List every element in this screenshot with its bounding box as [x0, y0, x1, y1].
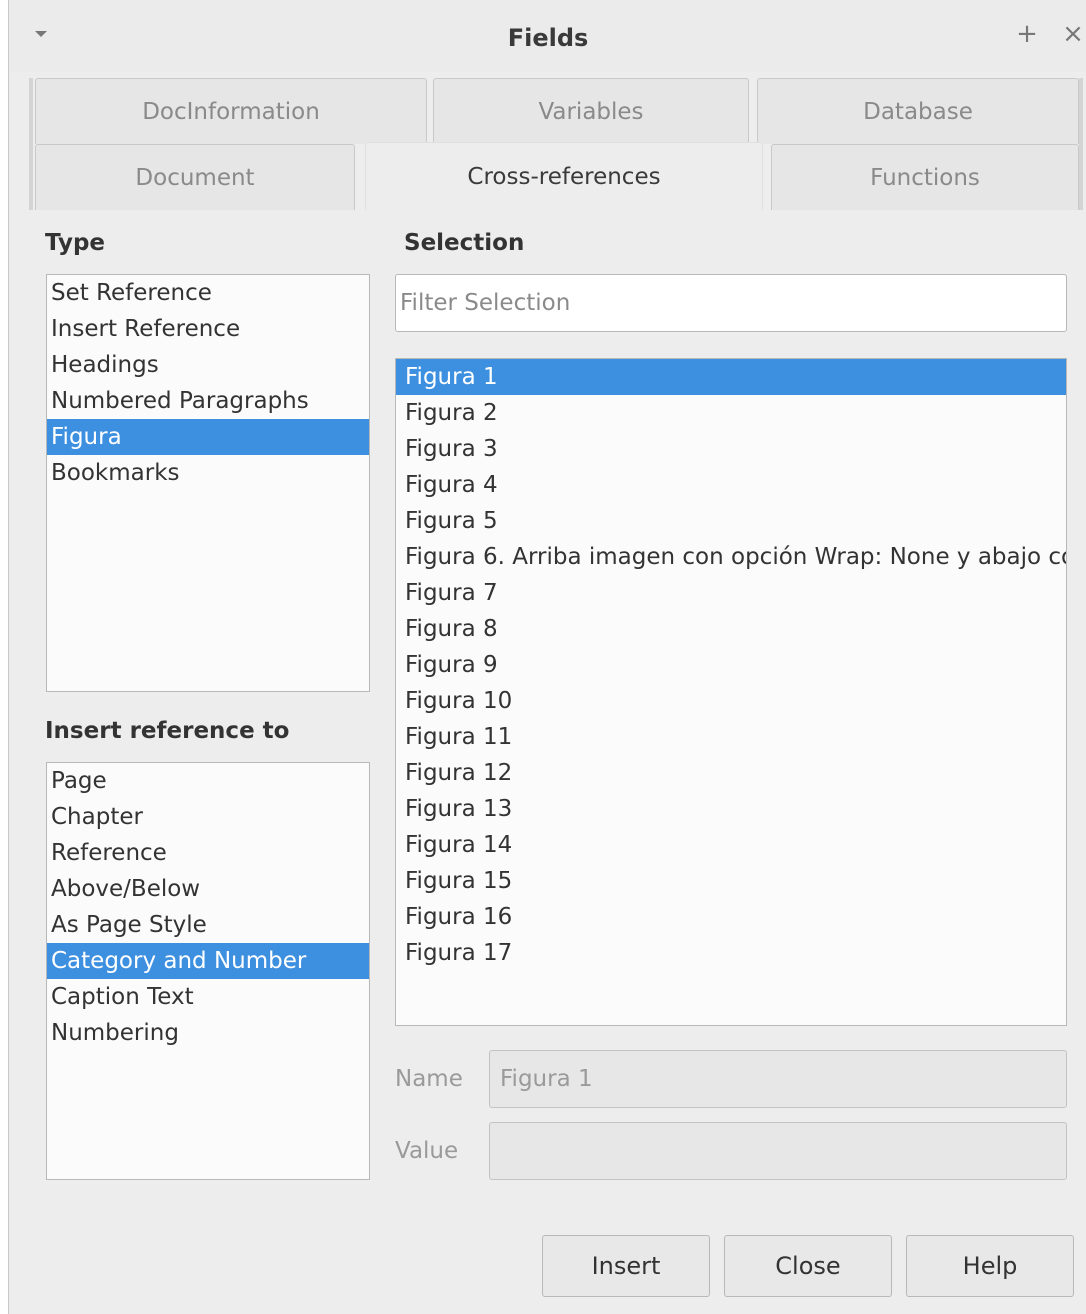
- list-item[interactable]: Figura: [47, 419, 369, 455]
- tab-frame-right: [1079, 78, 1083, 210]
- list-item[interactable]: Figura 5: [396, 503, 1066, 539]
- list-item[interactable]: Figura 15: [396, 863, 1066, 899]
- tab-label: Cross-references: [467, 163, 661, 190]
- list-item[interactable]: Figura 17: [396, 935, 1066, 971]
- name-field[interactable]: Figura 1: [489, 1050, 1067, 1108]
- tab-document[interactable]: Document: [35, 144, 355, 210]
- list-item[interactable]: Figura 7: [396, 575, 1066, 611]
- list-item[interactable]: Category and Number: [47, 943, 369, 979]
- list-item[interactable]: Figura 9: [396, 647, 1066, 683]
- list-item[interactable]: Reference: [47, 835, 369, 871]
- value-field[interactable]: [489, 1122, 1067, 1180]
- list-item[interactable]: Figura 4: [396, 467, 1066, 503]
- tab-label: Variables: [538, 98, 644, 125]
- list-item[interactable]: Bookmarks: [47, 455, 369, 491]
- list-item[interactable]: Numbering: [47, 1015, 369, 1051]
- list-item[interactable]: Set Reference: [47, 275, 369, 311]
- filter-selection-input[interactable]: Filter Selection: [395, 274, 1067, 332]
- fields-dialog: Fields + × DocInformation Variables Data…: [8, 0, 1086, 1314]
- list-item[interactable]: Figura 14: [396, 827, 1066, 863]
- list-item[interactable]: Figura 1: [396, 359, 1066, 395]
- type-heading: Type: [45, 230, 106, 256]
- list-item[interactable]: Page: [47, 763, 369, 799]
- list-item[interactable]: Figura 12: [396, 755, 1066, 791]
- tab-label: DocInformation: [142, 98, 320, 125]
- list-item[interactable]: As Page Style: [47, 907, 369, 943]
- maximize-icon[interactable]: +: [1015, 21, 1039, 47]
- list-item[interactable]: Above/Below: [47, 871, 369, 907]
- list-item[interactable]: Figura 3: [396, 431, 1066, 467]
- list-item[interactable]: Headings: [47, 347, 369, 383]
- selection-heading: Selection: [404, 230, 525, 256]
- window-title: Fields: [507, 24, 589, 52]
- insert-button-label: Insert: [591, 1252, 661, 1280]
- list-item[interactable]: Caption Text: [47, 979, 369, 1015]
- list-item[interactable]: Figura 8: [396, 611, 1066, 647]
- close-window-icon[interactable]: ×: [1061, 21, 1085, 47]
- list-item[interactable]: Numbered Paragraphs: [47, 383, 369, 419]
- tab-database[interactable]: Database: [757, 78, 1079, 144]
- list-item[interactable]: Chapter: [47, 799, 369, 835]
- list-item[interactable]: Figura 10: [396, 683, 1066, 719]
- selection-list[interactable]: Figura 1 Figura 2 Figura 3 Figura 4 Figura 5…: [395, 358, 1067, 1026]
- insert-button[interactable]: Insert: [542, 1235, 710, 1297]
- tab-docinformation[interactable]: DocInformation: [35, 78, 427, 144]
- close-button-label: Close: [775, 1252, 841, 1280]
- tab-frame-left: [29, 78, 33, 210]
- list-item[interactable]: Insert Reference: [47, 311, 369, 347]
- tab-label: Functions: [870, 164, 980, 191]
- close-button[interactable]: Close: [724, 1235, 892, 1297]
- type-list[interactable]: Set Reference Insert Reference Headings Num…: [46, 274, 370, 692]
- list-item[interactable]: Figura 13: [396, 791, 1066, 827]
- value-label: Value: [395, 1138, 459, 1164]
- name-label: Name: [395, 1066, 463, 1092]
- tab-label: Document: [135, 164, 255, 191]
- list-item[interactable]: Figura 16: [396, 899, 1066, 935]
- tab-label: Database: [863, 98, 973, 125]
- tab-cross-references[interactable]: Cross-references: [365, 142, 763, 210]
- insert-reference-list[interactable]: Page Chapter Reference Above/Below As Page S…: [46, 762, 370, 1180]
- list-item[interactable]: Figura 6. Arriba imagen con opción Wrap:…: [396, 539, 1066, 575]
- insert-reference-heading: Insert reference to: [45, 718, 290, 744]
- tab-functions[interactable]: Functions: [771, 144, 1079, 210]
- title-bar[interactable]: Fields + ×: [9, 0, 1086, 72]
- tab-variables[interactable]: Variables: [433, 78, 749, 144]
- list-item[interactable]: Figura 2: [396, 395, 1066, 431]
- list-item[interactable]: Figura 11: [396, 719, 1066, 755]
- help-button-label: Help: [962, 1252, 1018, 1280]
- help-button[interactable]: Help: [906, 1235, 1074, 1297]
